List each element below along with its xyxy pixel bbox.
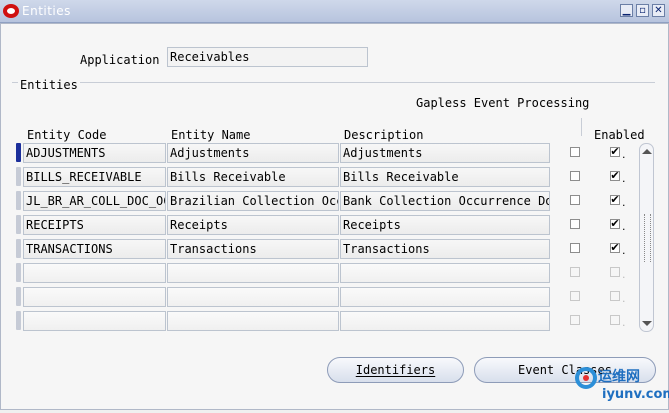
entity-code-cell[interactable]: TRANSACTIONS	[23, 239, 166, 259]
entity-code-cell[interactable]: JL_BR_AR_COLL_DOC_OCC	[23, 191, 166, 211]
vertical-scrollbar[interactable]	[639, 143, 654, 332]
enabled-indicator-icon: .	[622, 268, 626, 281]
enabled-checkbox[interactable]: ✔	[610, 217, 620, 230]
enabled-checkbox[interactable]	[610, 315, 620, 325]
enabled-checkbox[interactable]: ✔	[610, 241, 620, 254]
gapless-checkbox[interactable]	[570, 267, 580, 277]
enabled-indicator-icon: .	[622, 172, 626, 185]
enabled-checkbox[interactable]: ✔	[610, 145, 620, 158]
gapless-checkbox[interactable]	[570, 315, 580, 325]
entity-name-header: Entity Name	[171, 128, 251, 142]
entity-code-cell[interactable]	[23, 287, 166, 307]
row-selector[interactable]	[16, 191, 21, 210]
description-header: Description	[344, 128, 424, 142]
enabled-header: Enabled	[594, 128, 645, 142]
entity-code-cell[interactable]	[23, 311, 166, 331]
application-label: Application	[80, 53, 160, 67]
gapless-checkbox[interactable]	[570, 291, 580, 301]
identifiers-button[interactable]: Identifiers	[327, 357, 464, 383]
description-cell[interactable]: Bills Receivable	[340, 167, 550, 187]
description-cell[interactable]: Bank Collection Occurrence Doc	[340, 191, 550, 211]
description-cell[interactable]	[340, 311, 550, 331]
description-cell[interactable]	[340, 263, 550, 283]
row-selector[interactable]	[16, 167, 21, 186]
enabled-indicator-icon: .	[622, 148, 626, 161]
oracle-logo-icon	[3, 4, 19, 18]
checkmark-icon: ✔	[610, 145, 620, 158]
column-divider	[581, 118, 582, 136]
enabled-checkbox[interactable]	[610, 267, 620, 277]
enabled-checkbox[interactable]: ✔	[610, 193, 620, 206]
checkmark-icon: ✔	[610, 241, 620, 254]
scroll-down-icon[interactable]	[642, 321, 652, 326]
entity-name-cell[interactable]: Transactions	[167, 239, 339, 259]
section-divider	[12, 82, 655, 83]
row-selector[interactable]	[16, 287, 21, 306]
row-selector[interactable]	[16, 239, 21, 258]
enabled-indicator-icon: .	[622, 220, 626, 233]
enabled-checkbox[interactable]: ✔	[610, 169, 620, 182]
close-icon[interactable]: ✕	[652, 4, 665, 17]
entity-name-cell[interactable]: Bills Receivable	[167, 167, 339, 187]
site-watermark: 运维网 iyunv.com	[568, 360, 669, 410]
entity-name-cell[interactable]: Brazilian Collection Occ	[167, 191, 339, 211]
description-cell[interactable]	[340, 287, 550, 307]
gapless-checkbox[interactable]	[570, 219, 580, 229]
entity-code-cell[interactable]: ADJUSTMENTS	[23, 143, 166, 163]
entity-name-cell[interactable]: Adjustments	[167, 143, 339, 163]
row-selector[interactable]	[16, 143, 21, 162]
checkmark-icon: ✔	[610, 193, 620, 206]
row-selector[interactable]	[16, 311, 21, 330]
scroll-up-icon[interactable]	[642, 149, 652, 154]
application-field[interactable]: Receivables	[167, 47, 368, 67]
checkmark-icon: ✔	[610, 169, 620, 182]
watermark-text-cn: 运维网	[598, 369, 640, 385]
description-cell[interactable]: Transactions	[340, 239, 550, 259]
description-cell[interactable]: Receipts	[340, 215, 550, 235]
watermark-text-en: iyunv.com	[602, 387, 669, 402]
gapless-event-processing-label: Gapless Event Processing	[416, 96, 590, 110]
gapless-checkbox[interactable]	[570, 243, 580, 253]
enabled-checkbox[interactable]	[610, 291, 620, 301]
entity-name-cell[interactable]	[167, 311, 339, 331]
entity-name-cell[interactable]	[167, 263, 339, 283]
maximize-icon[interactable]: ▫	[636, 4, 649, 17]
row-selector[interactable]	[16, 215, 21, 234]
gapless-checkbox[interactable]	[570, 147, 580, 157]
gapless-checkbox[interactable]	[570, 195, 580, 205]
entity-code-cell[interactable]: BILLS_RECEIVABLE	[23, 167, 166, 187]
scroll-thumb-grip[interactable]	[644, 214, 651, 262]
enabled-indicator-icon: .	[622, 316, 626, 329]
title-bar: Entities ▁ ▫ ✕	[0, 0, 669, 23]
entities-section-label: Entities	[18, 78, 80, 92]
entity-code-header: Entity Code	[27, 128, 107, 142]
checkmark-icon: ✔	[610, 217, 620, 230]
minimize-icon[interactable]: ▁	[620, 4, 633, 17]
entity-code-cell[interactable]	[23, 263, 166, 283]
enabled-indicator-icon: .	[622, 196, 626, 209]
gapless-checkbox[interactable]	[570, 171, 580, 181]
description-cell[interactable]: Adjustments	[340, 143, 550, 163]
enabled-indicator-icon: .	[622, 292, 626, 305]
window-title: Entities	[22, 4, 71, 18]
entity-name-cell[interactable]	[167, 287, 339, 307]
entity-code-cell[interactable]: RECEIPTS	[23, 215, 166, 235]
enabled-indicator-icon: .	[622, 244, 626, 257]
identifiers-button-label: Identifiers	[355, 363, 436, 377]
entity-name-cell[interactable]: Receipts	[167, 215, 339, 235]
row-selector[interactable]	[16, 263, 21, 282]
